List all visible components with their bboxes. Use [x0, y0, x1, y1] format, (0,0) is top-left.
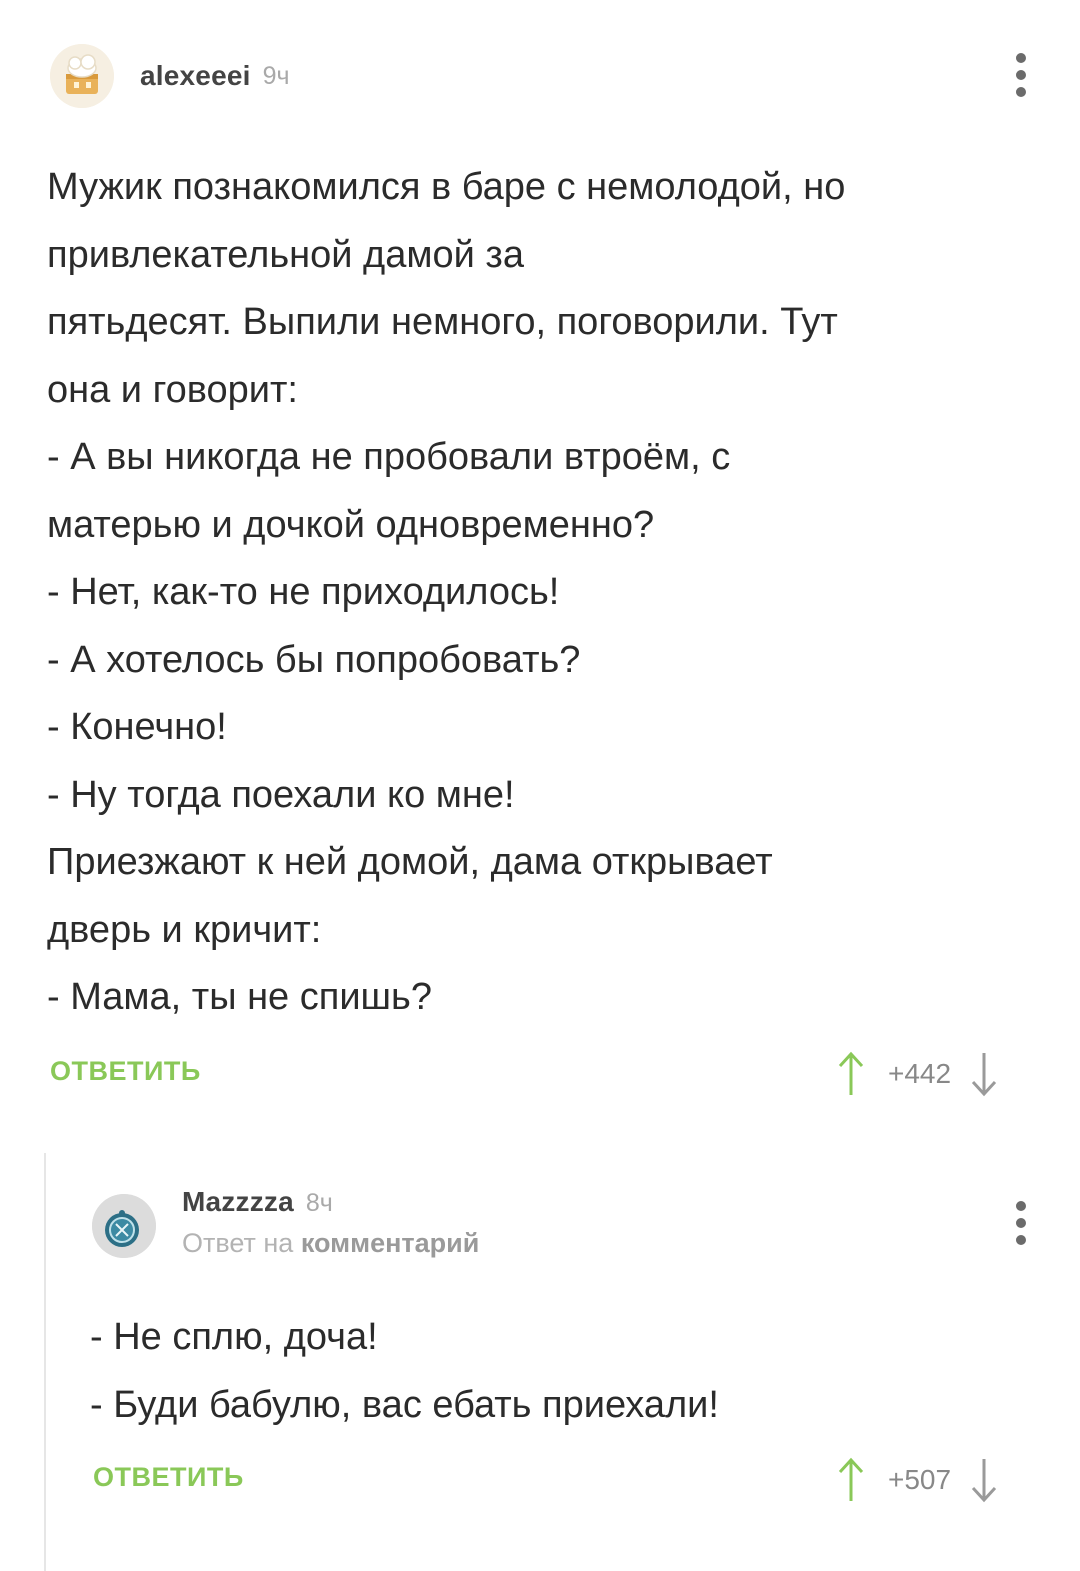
reply-line: - Не сплю, доча! — [90, 1316, 378, 1358]
comment-line: пятьдесят. Выпили немного, поговорили. Т… — [47, 301, 838, 343]
avatar[interactable] — [92, 1194, 156, 1258]
reply-time: 8ч — [305, 1189, 333, 1217]
rating: +442 — [888, 1058, 952, 1089]
comment-time: 9ч — [262, 61, 290, 90]
reply-author[interactable]: Mazzzza — [182, 1186, 294, 1218]
reply-to-prefix: Ответ на — [182, 1228, 294, 1258]
reply-text: - Не сплю, доча! - Буди бабулю, вас ебат… — [90, 1304, 719, 1439]
arrow-up-icon[interactable] — [836, 1457, 866, 1503]
comment-line: - Конечно! — [47, 706, 227, 748]
comment-line: она и говорит: — [47, 368, 298, 411]
vote-controls: +442 — [836, 1051, 999, 1097]
comment-line: - Ну тогда поехали ко мне! — [47, 773, 515, 816]
comment-line: - А вы никогда не пробовали втроём, с — [47, 436, 731, 478]
comments-page: alexeeei 9ч Мужик познакомился в баре с … — [0, 0, 1080, 1571]
reply-button[interactable]: ОТВЕТИТЬ — [93, 1462, 244, 1493]
reply-header: Mazzzza 8ч Ответ на комментарий — [92, 1186, 479, 1259]
comment-text: Мужик познакомился в баре с немолодой, н… — [47, 154, 845, 1032]
comment-line: матерью и дочкой одновременно? — [47, 503, 655, 546]
comment-line: привлекательной дамой за — [47, 233, 524, 276]
comment-header: alexeeei 9ч — [50, 44, 290, 108]
vote-controls: +507 — [836, 1457, 999, 1503]
avatar-image — [92, 1194, 156, 1258]
arrow-up-icon[interactable] — [836, 1051, 866, 1097]
more-vertical-icon[interactable] — [1006, 45, 1036, 105]
reply-line: - Буди бабулю, вас ебать приехали! — [90, 1383, 719, 1426]
reply-button[interactable]: ОТВЕТИТЬ — [50, 1056, 201, 1087]
comment-line: Мужик познакомился в баре с немолодой, н… — [47, 166, 846, 208]
thread-line — [44, 1153, 46, 1571]
more-vertical-icon[interactable] — [1006, 1193, 1036, 1253]
reply-to-link[interactable]: комментарий — [301, 1228, 480, 1258]
rating: +507 — [888, 1464, 952, 1495]
arrow-down-icon[interactable] — [969, 1457, 999, 1503]
comment-line: Приезжают к ней домой, дама открывает — [47, 841, 773, 883]
reply-meta: Mazzzza 8ч Ответ на комментарий — [182, 1186, 479, 1259]
reply-to: Ответ на комментарий — [182, 1228, 479, 1259]
arrow-down-icon[interactable] — [969, 1051, 999, 1097]
comment-line: - Мама, ты не спишь? — [47, 976, 432, 1018]
comment-line: - Нет, как-то не приходилось! — [47, 571, 560, 613]
avatar[interactable] — [50, 44, 114, 108]
avatar-image — [50, 44, 114, 108]
comment-line: дверь и кричит: — [47, 908, 322, 951]
comment-author[interactable]: alexeeei — [140, 60, 251, 92]
comment-line: - А хотелось бы попробовать? — [47, 638, 581, 681]
